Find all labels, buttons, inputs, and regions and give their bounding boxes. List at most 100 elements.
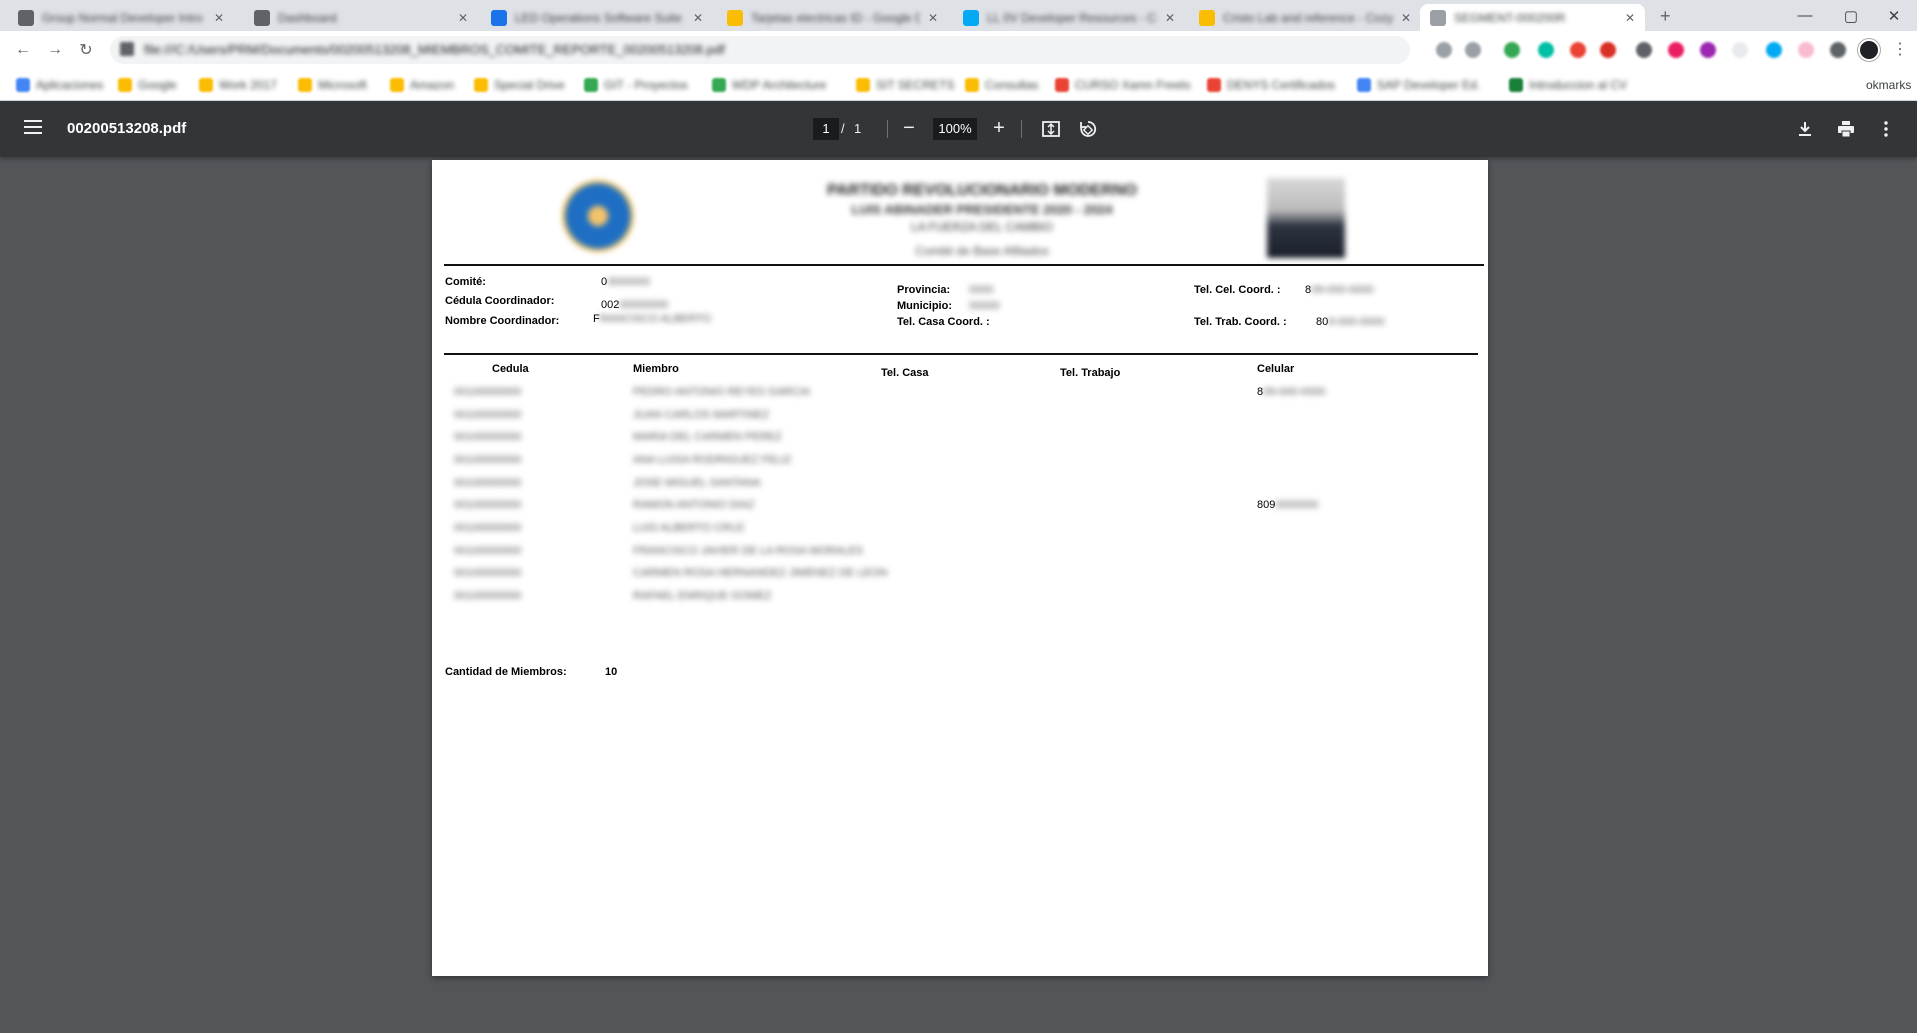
bookmark-label: GIT - Proyectos <box>604 78 688 92</box>
nombre-coordinador-value: FRANCISCO ALBERTO <box>593 313 712 325</box>
bookmark-label: Microsoft <box>318 78 367 92</box>
bookmark-item[interactable]: WDP Architecture <box>712 77 826 93</box>
rotate-icon[interactable] <box>1076 117 1100 141</box>
bookmark-item[interactable]: Aplicaciones <box>16 77 103 93</box>
bookmark-item[interactable]: SAP Developer Ed. <box>1357 77 1480 93</box>
document-subtitle: LUIS ABINADER PRESIDENTE 2020 - 2024 <box>851 202 1113 217</box>
bookmark-folder-icon <box>118 78 132 92</box>
extension-icon[interactable] <box>1700 42 1716 58</box>
bookmark-label: SAP Developer Ed. <box>1377 78 1481 92</box>
tab-favicon-icon <box>1430 9 1446 26</box>
more-options-icon[interactable] <box>1874 117 1898 141</box>
zoom-in-button[interactable]: + <box>987 116 1011 140</box>
document-subtitle-2: LA FUERZA DEL CAMBIO <box>911 220 1053 234</box>
tab-close-icon[interactable]: ✕ <box>1165 11 1175 25</box>
zoom-level-input[interactable]: 100% <box>933 118 977 140</box>
bookmark-item[interactable]: Google <box>118 77 177 93</box>
tab-close-icon[interactable]: ✕ <box>1625 11 1635 25</box>
bookmark-label: Introduccion al CV <box>1529 78 1628 92</box>
page-number-input[interactable]: 1 <box>813 118 839 140</box>
extension-icon[interactable] <box>1538 42 1554 58</box>
browser-tab[interactable]: SEGMENT-000200R ✕ <box>1420 4 1645 31</box>
member-cedula: 00100000000 <box>454 590 522 602</box>
browser-tab[interactable]: Cristo Lab and reference - Cozy ✕ <box>1189 4 1421 31</box>
extension-icon[interactable] <box>1570 42 1586 58</box>
member-name: JOSE MIGUEL SANTANA <box>633 477 761 489</box>
extension-icon[interactable] <box>1600 42 1616 58</box>
browser-tab[interactable]: LL 0V Developer Resources - Co ✕ <box>953 4 1185 31</box>
tab-close-icon[interactable]: ✕ <box>458 11 468 25</box>
tab-close-icon[interactable]: ✕ <box>214 11 224 25</box>
bookmark-label: Amazon <box>410 78 455 92</box>
bookmark-item[interactable]: SIT SECRETS <box>856 77 954 93</box>
profile-avatar[interactable] <box>1858 39 1880 61</box>
download-icon[interactable] <box>1793 117 1817 141</box>
toolbar-divider <box>887 120 888 138</box>
cantidad-miembros-label: Cantidad de Miembros: <box>445 666 567 678</box>
address-bar[interactable]: file:///C:/Users/PRM/Documents/002005132… <box>110 36 1410 64</box>
bookmark-item[interactable]: Microsoft <box>298 77 367 93</box>
browser-tab[interactable]: Dashboard ✕ <box>244 4 478 31</box>
print-icon[interactable] <box>1834 117 1858 141</box>
menu-icon[interactable] <box>24 120 42 134</box>
bookmark-folder-icon <box>199 78 213 92</box>
zoom-out-button[interactable]: − <box>897 116 921 140</box>
back-icon[interactable]: ← <box>12 39 34 61</box>
new-tab-icon[interactable]: + <box>1660 6 1671 27</box>
tab-label: Dashboard <box>278 10 337 25</box>
extension-icon[interactable] <box>1668 42 1684 58</box>
bookmarks-overflow-label[interactable]: okmarks <box>1866 78 1911 92</box>
pdf-filename: 00200513208.pdf <box>67 120 187 137</box>
browser-toolbar: ← → ↻ file:///C:/Users/PRM/Documents/002… <box>0 31 1917 69</box>
bookmark-label: Work 2017 <box>219 78 277 92</box>
bookmark-item[interactable]: Special Drive <box>474 77 565 93</box>
extension-icon[interactable] <box>1798 42 1814 58</box>
tab-close-icon[interactable]: ✕ <box>928 11 938 25</box>
bookmark-item[interactable]: GIT - Proyectos <box>584 77 688 93</box>
share-icon[interactable] <box>1436 42 1452 58</box>
browser-menu-icon[interactable]: ⋮ <box>1892 39 1908 59</box>
toolbar-divider <box>1021 120 1022 138</box>
fit-to-page-icon[interactable] <box>1039 117 1063 141</box>
minimize-icon[interactable]: — <box>1782 0 1828 31</box>
browser-tab[interactable]: Group Normal Developer Intro ✕ <box>8 4 234 31</box>
bookmark-folder-icon <box>965 78 979 92</box>
extension-icon[interactable] <box>1830 42 1846 58</box>
bookmark-label: Special Drive <box>494 78 565 92</box>
header-divider <box>444 264 1484 266</box>
forward-icon[interactable]: → <box>44 39 66 61</box>
member-celular: 8090000000 <box>1257 499 1319 511</box>
star-icon[interactable] <box>1465 42 1481 58</box>
bookmark-folder-icon <box>584 78 598 92</box>
close-window-icon[interactable]: ✕ <box>1871 0 1917 31</box>
tab-close-icon[interactable]: ✕ <box>1401 11 1411 25</box>
tab-favicon-icon <box>727 9 743 26</box>
browser-tab[interactable]: Tarjetas electricas ID - Google D ✕ <box>717 4 948 31</box>
extension-icon[interactable] <box>1766 42 1782 58</box>
bookmark-item[interactable]: Work 2017 <box>199 77 277 93</box>
maximize-icon[interactable]: ▢ <box>1828 0 1874 31</box>
extension-icon[interactable] <box>1504 42 1520 58</box>
bookmark-folder-icon <box>16 78 30 92</box>
tab-close-icon[interactable]: ✕ <box>693 11 703 25</box>
bookmark-folder-icon <box>298 78 312 92</box>
extension-icon[interactable] <box>1732 42 1748 58</box>
member-cedula: 00100000000 <box>454 477 522 489</box>
tab-label: Cristo Lab and reference - Cozy <box>1223 10 1393 25</box>
cedula-coordinador-label: Cédula Coordinador: <box>445 295 555 307</box>
browser-tab[interactable]: LED Operations Software Suite ✕ <box>481 4 713 31</box>
bookmark-item[interactable]: CURSO Xamn Freelo <box>1055 77 1190 93</box>
bookmark-label: Consultas <box>985 78 1039 92</box>
bookmark-item[interactable]: Consultas <box>965 77 1038 93</box>
tel-cel-coord-value: 809-000-0000 <box>1305 284 1374 296</box>
bookmark-item[interactable]: Amazon <box>390 77 454 93</box>
bookmark-item[interactable]: DENYS Certificados <box>1207 77 1335 93</box>
table-divider <box>444 353 1478 355</box>
bookmark-folder-icon <box>1055 78 1069 92</box>
column-header-tel-trabajo: Tel. Trabajo <box>1060 367 1121 379</box>
bookmark-item[interactable]: Introduccion al CV <box>1509 77 1627 93</box>
extension-icon[interactable] <box>1636 42 1652 58</box>
bookmark-label: CURSO Xamn Freelo <box>1075 78 1191 92</box>
member-cedula: 00100000000 <box>454 409 522 421</box>
reload-icon[interactable]: ↻ <box>75 39 97 61</box>
